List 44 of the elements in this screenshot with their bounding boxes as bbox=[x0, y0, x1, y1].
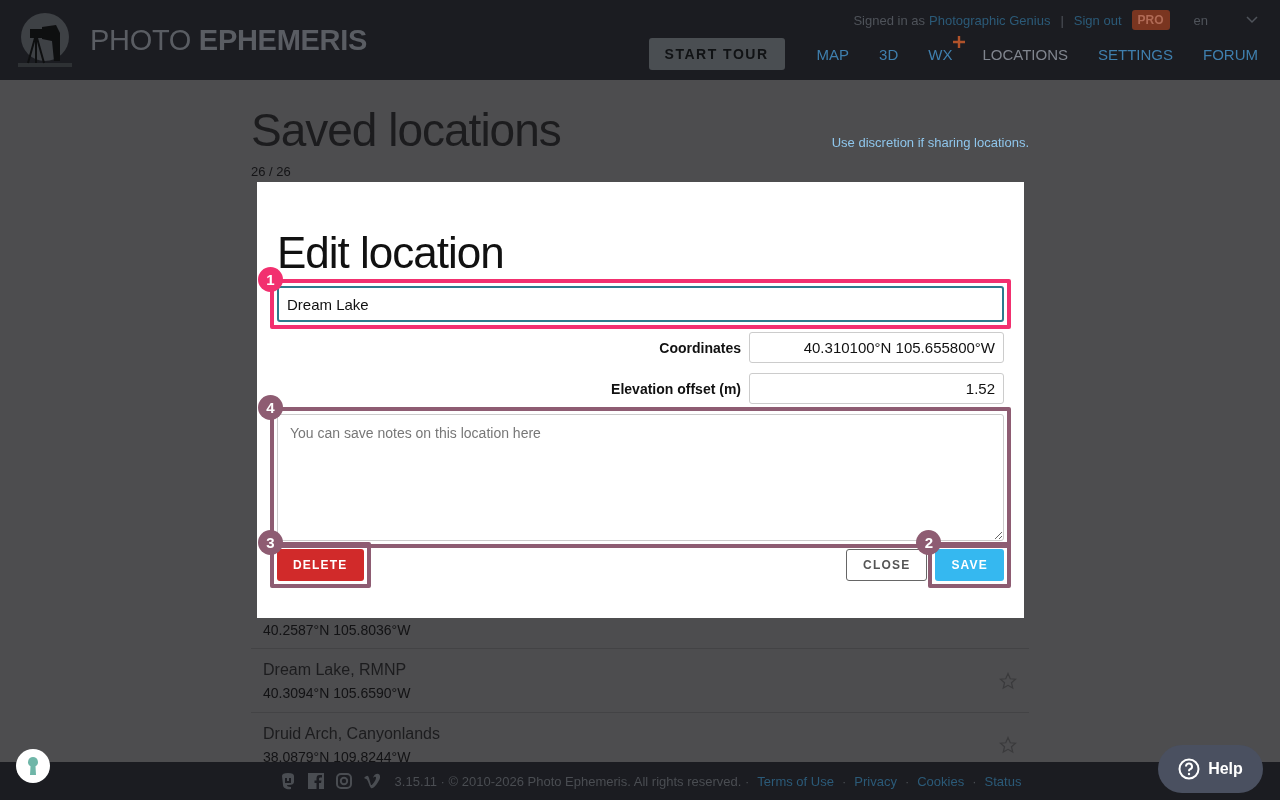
chevron-icon bbox=[1246, 16, 1258, 24]
field-label: Coordinates bbox=[659, 339, 741, 356]
save-button[interactable]: SAVE bbox=[935, 549, 1004, 581]
user-link[interactable]: Photographic Genius bbox=[929, 12, 1051, 28]
separator-dot: · bbox=[972, 773, 977, 789]
keyhole-icon bbox=[26, 756, 40, 776]
field-label: Elevation offset (m) bbox=[611, 380, 741, 397]
annotation-badge: 3 bbox=[258, 530, 283, 555]
nav-link[interactable]: MAP bbox=[816, 45, 850, 63]
logo-icon[interactable] bbox=[16, 11, 74, 69]
nav-link[interactable]: 3D bbox=[879, 45, 899, 63]
input-field[interactable]: 40.310100°N 105.655800°W bbox=[749, 332, 1004, 363]
sign-out-link[interactable]: Sign out bbox=[1073, 12, 1122, 28]
separator-dot: · bbox=[904, 773, 910, 789]
notice-link[interactable]: Use discretion if sharing locations. bbox=[831, 135, 1029, 150]
name-field[interactable]: Dream Lake bbox=[277, 286, 1004, 322]
footer-link[interactable]: Terms of Use bbox=[757, 773, 834, 789]
nav-link[interactable]: FORUM bbox=[1203, 45, 1258, 63]
help-button[interactable]: Help bbox=[1158, 745, 1263, 793]
question-icon bbox=[1178, 758, 1201, 780]
close-button[interactable]: CLOSE bbox=[846, 549, 928, 581]
annotation-badge: 4 bbox=[258, 395, 283, 420]
input-field[interactable]: 1.52 bbox=[749, 373, 1004, 404]
brand-name: PHOTO EPHEMERIS bbox=[90, 23, 367, 57]
nav-link[interactable]: SETTINGS bbox=[1098, 45, 1173, 63]
footer-link[interactable]: Privacy bbox=[854, 773, 897, 789]
separator-text: | bbox=[1060, 12, 1064, 28]
vimeo-icon[interactable] bbox=[362, 772, 381, 790]
facebook-icon[interactable] bbox=[306, 772, 325, 790]
lock-button[interactable] bbox=[16, 749, 50, 783]
instagram-icon[interactable] bbox=[334, 772, 353, 790]
annotation-badge: 1 bbox=[258, 267, 283, 292]
start-tour-button[interactable]: START TOUR bbox=[648, 38, 785, 70]
footer-link[interactable]: Status bbox=[984, 773, 1022, 789]
location-coordinates: 38.0879°N 109.8244°W bbox=[263, 748, 412, 762]
nav-link[interactable]: WX bbox=[928, 45, 953, 63]
language-select[interactable]: en bbox=[1193, 12, 1258, 28]
location-coordinates: 40.2587°N 105.8036°W bbox=[263, 622, 411, 638]
location-coordinates: 40.3094°N 105.6590°W bbox=[263, 684, 411, 701]
location-count: 26 / 26 bbox=[251, 164, 292, 179]
footer-link[interactable]: Cookies bbox=[917, 773, 965, 789]
separator-dot: · bbox=[841, 773, 847, 789]
nav-link[interactable]: LOCATIONS bbox=[982, 45, 1068, 63]
delete-button[interactable]: DELETE bbox=[277, 549, 364, 581]
